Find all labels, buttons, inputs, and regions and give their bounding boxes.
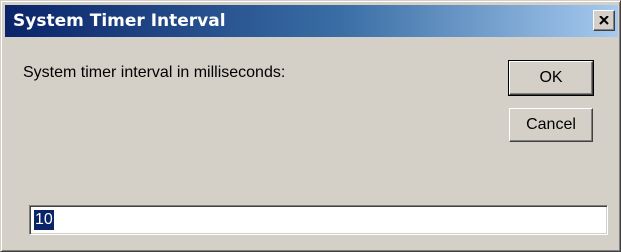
- cancel-button[interactable]: Cancel: [509, 108, 593, 142]
- prompt-label: System timer interval in milliseconds:: [23, 64, 286, 81]
- window-title: System Timer Interval: [13, 11, 226, 31]
- close-icon: [599, 16, 609, 25]
- title-bar[interactable]: System Timer Interval: [5, 5, 618, 37]
- close-button[interactable]: [593, 10, 615, 31]
- system-timer-interval-dialog: System Timer Interval System timer inter…: [0, 0, 621, 252]
- ok-button[interactable]: OK: [508, 60, 594, 96]
- timer-interval-value: 10: [34, 210, 54, 230]
- timer-interval-input[interactable]: 10: [29, 205, 608, 235]
